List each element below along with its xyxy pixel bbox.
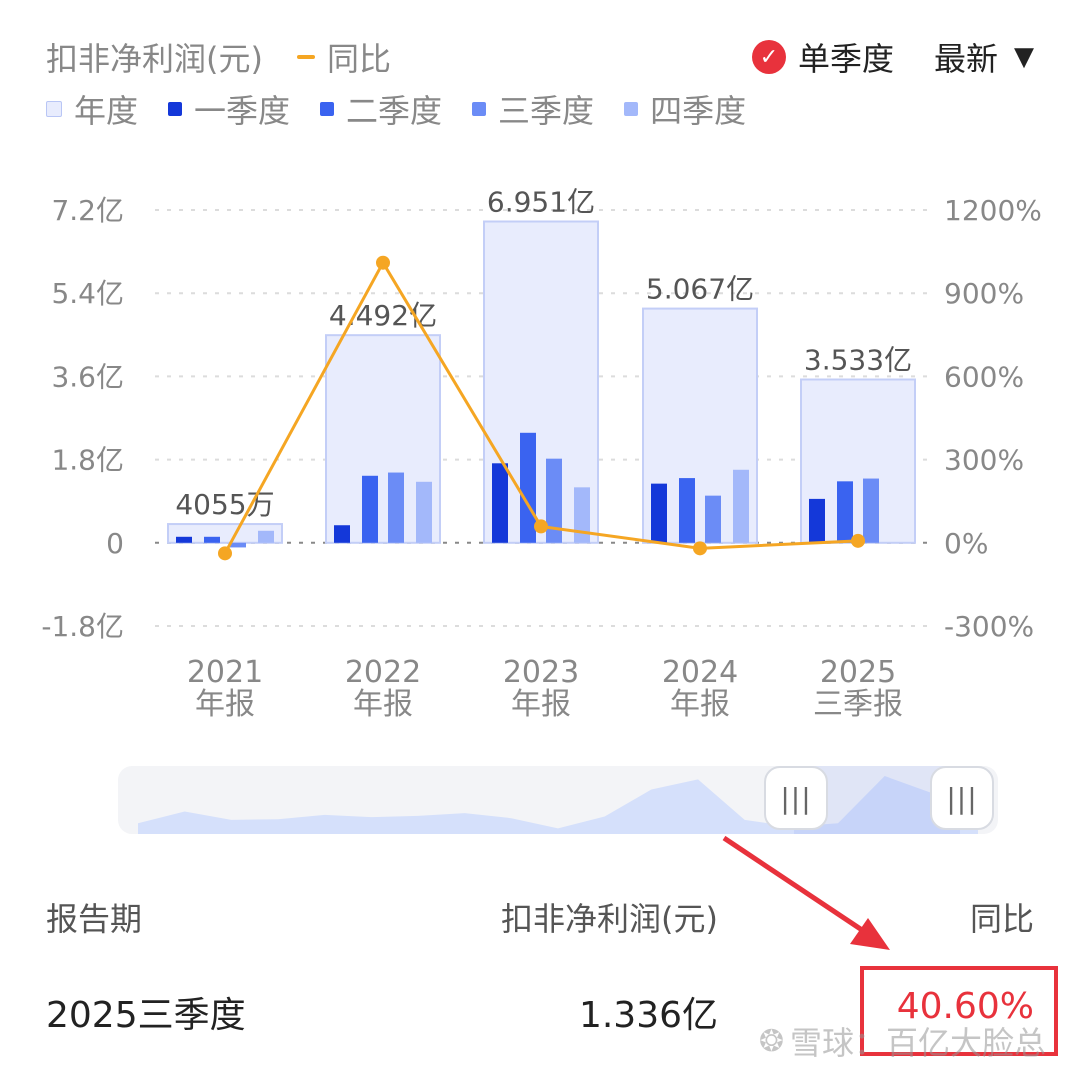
legend-q2[interactable]: 二季度 (320, 86, 442, 132)
yoy-point (693, 541, 707, 556)
q2-swatch-icon (320, 102, 335, 116)
overview-sparkline (138, 766, 978, 834)
quarter-bar (679, 478, 695, 543)
x-tick-label: 2021 (187, 655, 263, 690)
y2-tick-label: 300% (944, 444, 1024, 477)
quarter-bar (176, 536, 192, 543)
x-tick-sublabel: 年报 (511, 687, 571, 722)
range-slider[interactable] (118, 766, 998, 834)
line-swatch-icon (296, 55, 315, 59)
y2-tick-label: 900% (944, 277, 1024, 310)
quarter-bar (733, 469, 749, 543)
legend-q3[interactable]: 三季度 (472, 86, 594, 132)
quarter-bar (204, 536, 220, 543)
yoy-point (851, 533, 865, 548)
y2-tick-label: -300% (944, 610, 1034, 643)
legend-q1[interactable]: 一季度 (168, 86, 290, 132)
y2-tick-label: 600% (944, 360, 1024, 393)
y-tick-label: 7.2亿 (51, 194, 124, 227)
profit-chart: -1.8亿 0 1.8亿 3.6亿 5.4亿 7.2亿 -300% 0% 300% 600% 900… (41, 186, 1042, 722)
x-tick-label: 2022 (345, 655, 421, 690)
yoy-point (218, 546, 232, 561)
quarter-bar (416, 481, 432, 543)
chart-legend-row-2: 年度 一季度 二季度 三季度 四季度 (46, 86, 776, 132)
snowball-logo-icon: ❂ (758, 1023, 784, 1059)
quarter-bar (837, 481, 853, 543)
y-tick-label: 5.4亿 (51, 277, 124, 310)
legend-label: 四季度 (650, 92, 747, 130)
y-tick-label: 3.6亿 (51, 360, 124, 393)
header-yoy: 同比 (969, 900, 1034, 938)
slider-right-handle[interactable]: ||| (930, 766, 994, 830)
yoy-point (534, 519, 548, 534)
q3-swatch-icon (472, 102, 487, 116)
annual-value-label: 5.067亿 (646, 273, 754, 306)
sort-label: 最新 (933, 40, 998, 78)
x-tick-label: 2023 (503, 655, 579, 690)
x-tick-sublabel: 年报 (195, 687, 255, 722)
quarter-bar (574, 487, 590, 543)
y-tick-label: -1.8亿 (41, 610, 124, 643)
single-quarter-label: 单季度 (797, 40, 894, 78)
legend-label: 三季度 (498, 92, 595, 130)
watermark: ❂ 雪球：百亿大脸总 (759, 1018, 1046, 1064)
quarter-bar (705, 495, 721, 543)
sort-dropdown[interactable]: 最新 ▼ (934, 34, 1034, 80)
arrow-head-icon (850, 918, 890, 950)
quarter-bar (258, 530, 274, 543)
q1-swatch-icon (168, 102, 183, 116)
legend-yoy-label: 同比 (326, 40, 391, 78)
quarter-bar (651, 483, 667, 543)
quarter-bar (809, 498, 825, 543)
yoy-point (376, 255, 390, 270)
chart-controls: ✓ 单季度 最新 ▼ (751, 34, 1034, 80)
quarter-bar (863, 478, 879, 543)
legend-label: 一季度 (194, 92, 291, 130)
quarter-bar (388, 472, 404, 543)
annual-value-label: 4055万 (175, 488, 274, 521)
slider-left-handle[interactable]: ||| (764, 766, 828, 830)
y2-tick-label: 0% (944, 527, 988, 560)
quarter-bar (230, 542, 246, 548)
header-metric: 扣非净利润(元) (501, 900, 718, 938)
x-tick-sublabel: 三季报 (813, 687, 903, 722)
legend-label: 年度 (74, 92, 139, 130)
quarter-bar (362, 475, 378, 543)
y2-tick-label: 1200% (944, 194, 1042, 227)
x-tick-label: 2025 (820, 655, 896, 690)
annual-value-label: 3.533亿 (804, 343, 912, 376)
x-tick-sublabel: 年报 (670, 687, 730, 722)
header-period: 报告期 (46, 900, 143, 938)
metric-title: 扣非净利润(元) (46, 40, 263, 78)
legend-label: 二季度 (346, 92, 443, 130)
x-tick-label: 2024 (662, 655, 738, 690)
legend-annual[interactable]: 年度 (46, 86, 138, 132)
q4-swatch-icon (624, 102, 639, 116)
row-period: 2025三季度 (46, 995, 246, 1036)
y-tick-label: 1.8亿 (51, 444, 124, 477)
check-circle-icon: ✓ (751, 40, 786, 74)
row-metric: 1.336亿 (578, 995, 718, 1036)
legend-q4[interactable]: 四季度 (624, 86, 746, 132)
quarter-bar (520, 432, 536, 543)
chart-legend-row-1: 扣非净利润(元) 同比 (46, 34, 421, 80)
quarter-bar (492, 463, 508, 543)
quarter-bar (334, 525, 350, 543)
watermark-text: 雪球：百亿大脸总 (789, 1024, 1046, 1062)
annotation-arrow-line (722, 835, 870, 937)
annual-value-label: 6.951亿 (487, 186, 595, 219)
annual-swatch-icon (46, 101, 62, 117)
legend-yoy[interactable]: 同比 (296, 34, 391, 80)
single-quarter-toggle[interactable]: ✓ 单季度 (751, 34, 894, 80)
y-tick-label: 0 (106, 527, 124, 560)
x-tick-sublabel: 年报 (353, 687, 413, 722)
triangle-down-icon: ▼ (1014, 42, 1034, 72)
